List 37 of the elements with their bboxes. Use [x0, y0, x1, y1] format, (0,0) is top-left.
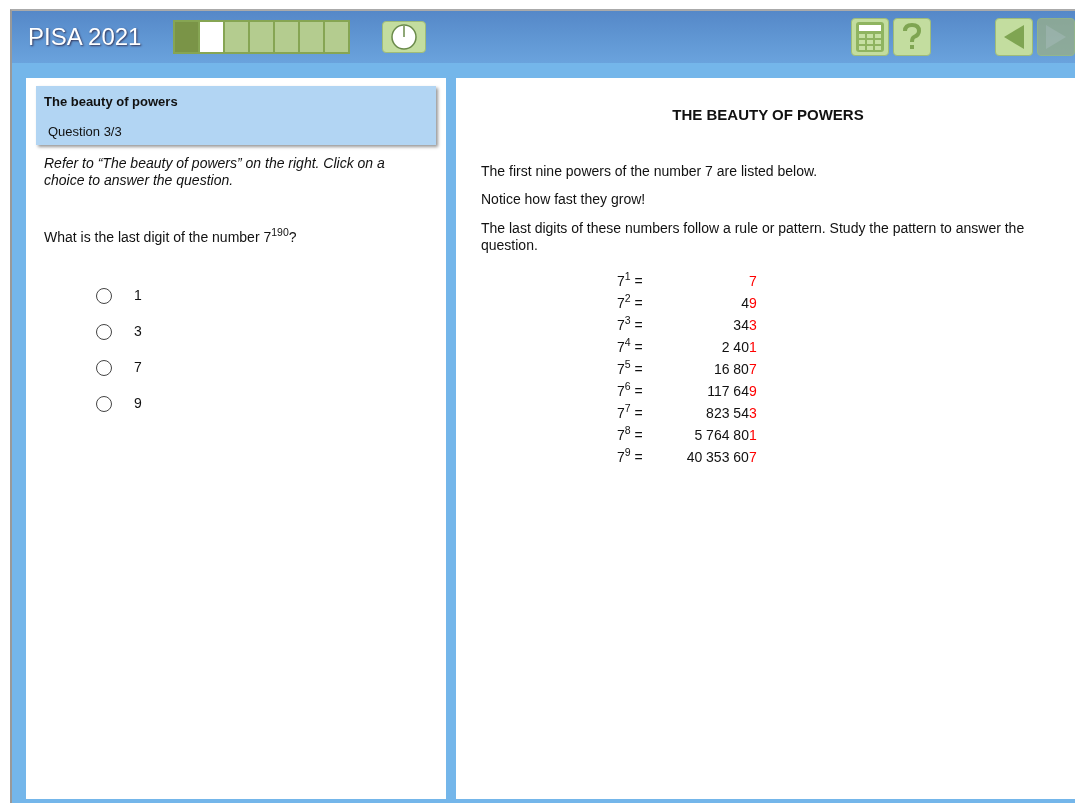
stimulus-title: THE BEAUTY OF POWERS — [671, 105, 865, 125]
choice-label[interactable]: 3 — [134, 321, 142, 343]
power-value: 49 — [740, 293, 757, 313]
power-value: 343 — [732, 315, 757, 335]
power-expression: 7$^{2}$ = — [617, 291, 643, 313]
power-value: 16 807 — [712, 359, 757, 379]
power-expression: 7$^{8}$ = — [617, 423, 643, 445]
timer-button[interactable] — [382, 21, 427, 53]
question-text: What is the last digit of the number 7$^{190}$? — [44, 226, 298, 247]
power-value: 117 649 — [706, 381, 757, 401]
power-value: 40 353 607 — [685, 447, 757, 467]
back-arrow-icon — [1002, 24, 1026, 50]
power-expression: 7$^{1}$ = — [617, 269, 643, 291]
power-expression: 7$^{9}$ = — [617, 445, 643, 467]
calculator-button[interactable] — [851, 18, 889, 56]
clock-icon — [390, 23, 419, 51]
unit-title: The beauty of powers — [44, 93, 179, 111]
power-value: 7 — [747, 271, 757, 291]
power-expression: 7$^{5}$ = — [617, 357, 643, 379]
choice-label[interactable]: 9 — [134, 393, 142, 415]
power-expression: 7$^{3}$ = — [617, 313, 643, 335]
stimulus-text: The first nine powers of the number 7 are listed below. — [481, 162, 819, 180]
power-value: 5 764 801 — [693, 425, 757, 445]
choice-label[interactable]: 1 — [134, 285, 142, 307]
app-title: PISA 2021 — [28, 22, 142, 52]
power-value: 2 401 — [720, 337, 757, 357]
stimulus-text: The last digits of these numbers follow a rule or pattern. Study the pattern to answer the question. — [481, 220, 1026, 254]
power-expression: 7$^{4}$ = — [617, 335, 643, 357]
question-mark-icon — [902, 23, 922, 51]
power-expression: 7$^{6}$ = — [617, 379, 643, 401]
power-expression: 7$^{7}$ = — [617, 401, 643, 423]
question-number: Question 3/3 — [47, 122, 123, 141]
calculator-icon — [855, 21, 885, 53]
instruction-text: Refer to “The beauty of powers” on the right. Click on a choice to answer the question. — [44, 155, 386, 189]
power-value: 823 543 — [705, 403, 757, 423]
stimulus-text: Notice how fast they grow! — [481, 191, 647, 209]
choice-label[interactable]: 7 — [134, 357, 142, 379]
